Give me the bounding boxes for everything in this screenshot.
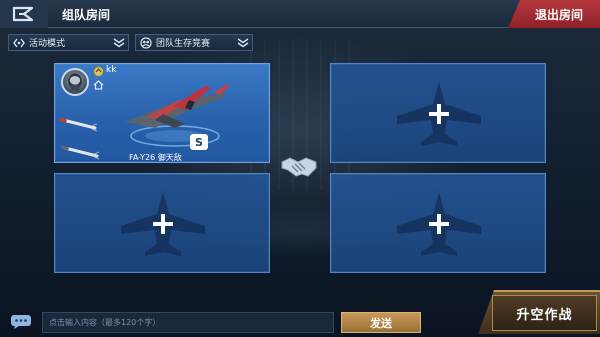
missile-icon [59,117,98,132]
team-icon [140,36,152,49]
empty-slot-3[interactable] [54,173,270,273]
bracket-icon [13,38,25,47]
chat-input[interactable] [42,312,334,333]
chat-icon[interactable] [10,314,32,330]
player-name: kk [106,65,117,75]
launch-battle-button[interactable]: 升空作战 [478,290,600,334]
top-bar: 组队房间 退出房间 [0,0,600,28]
game-type-dropdown[interactable]: 团队生存竞赛 [135,34,253,51]
empty-slot-2[interactable] [330,63,546,163]
missile-icon [61,145,100,160]
send-button[interactable]: 发送 [341,312,421,333]
fighter-jet-icon [125,84,229,147]
player-slot-1[interactable]: kk S FA-Y26 御天敌 [54,63,270,163]
pilot-helmet-icon [68,73,82,91]
plus-icon [429,104,449,124]
back-button[interactable] [0,0,48,28]
aircraft-name: FA-Y26 御天敌 [129,153,182,162]
chevron-down-icon [237,37,249,47]
exit-room-button[interactable]: 退出房间 [508,0,600,28]
empty-slot-4[interactable] [330,173,546,273]
mode-dropdown[interactable]: 活动模式 [8,34,129,51]
plus-icon [429,214,449,234]
rank-icon [93,66,104,77]
launch-battle-label: 升空作战 [492,295,597,331]
page-title: 组队房间 [62,8,111,22]
home-icon [93,80,104,90]
rank-badge: S [190,134,208,150]
mode-dropdown-label: 活动模式 [29,39,66,49]
chevron-down-icon [113,37,125,47]
handshake-icon [281,157,317,177]
plus-icon [153,214,173,234]
avatar [61,68,89,96]
game-type-dropdown-label: 团队生存竞赛 [156,39,211,49]
back-arrow-icon [12,6,34,22]
